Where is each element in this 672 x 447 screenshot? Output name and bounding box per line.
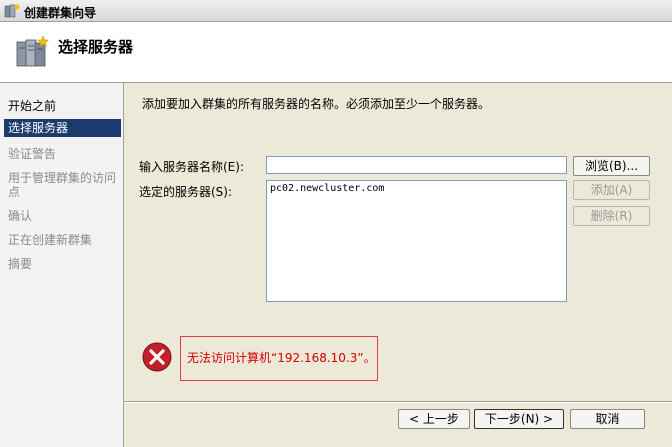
list-item[interactable]: pc02.newcluster.com <box>270 183 563 194</box>
error-message: 无法访问计算机“192.168.10.3”。 <box>180 336 378 381</box>
selected-servers-label: 选定的服务器(S): <box>139 185 233 199</box>
cluster-wizard-icon <box>4 4 20 18</box>
cancel-button[interactable]: 取消 <box>570 409 645 429</box>
browse-button[interactable]: 浏览(B)... <box>573 156 650 176</box>
step-validation-warning: 验证警告 <box>8 147 57 161</box>
remove-button[interactable]: 删除(R) <box>573 206 650 226</box>
back-button[interactable]: < 上一步 <box>398 409 470 429</box>
step-summary: 摘要 <box>8 257 33 271</box>
step-confirmation: 确认 <box>8 209 33 223</box>
instruction-text: 添加要加入群集的所有服务器的名称。必须添加至少一个服务器。 <box>142 97 491 111</box>
wizard-header: 选择服务器 <box>0 22 672 83</box>
step-access-point: 用于管理群集的访问点 <box>8 171 117 199</box>
wizard-footer: < 上一步 下一步(N) > 取消 <box>124 403 672 447</box>
wizard-steps-sidebar: 开始之前 选择服务器 验证警告 用于管理群集的访问点 确认 正在创建新群集 摘要 <box>0 83 124 447</box>
step-creating-cluster: 正在创建新群集 <box>8 233 93 247</box>
step-before-you-begin[interactable]: 开始之前 <box>4 97 121 115</box>
selected-servers-list[interactable]: pc02.newcluster.com <box>266 180 567 302</box>
main-content: 添加要加入群集的所有服务器的名称。必须添加至少一个服务器。 输入服务器名称(E)… <box>124 83 672 401</box>
add-button[interactable]: 添加(A) <box>573 180 650 200</box>
title-bar: 创建群集向导 <box>0 0 672 22</box>
step-select-servers[interactable]: 选择服务器 <box>4 119 121 137</box>
server-name-label: 输入服务器名称(E): <box>139 160 244 174</box>
error-icon <box>142 342 172 372</box>
server-name-input[interactable] <box>266 156 567 174</box>
page-title: 选择服务器 <box>58 38 134 56</box>
window-title: 创建群集向导 <box>24 6 97 20</box>
server-cluster-icon <box>16 35 50 67</box>
next-button[interactable]: 下一步(N) > <box>474 409 564 429</box>
